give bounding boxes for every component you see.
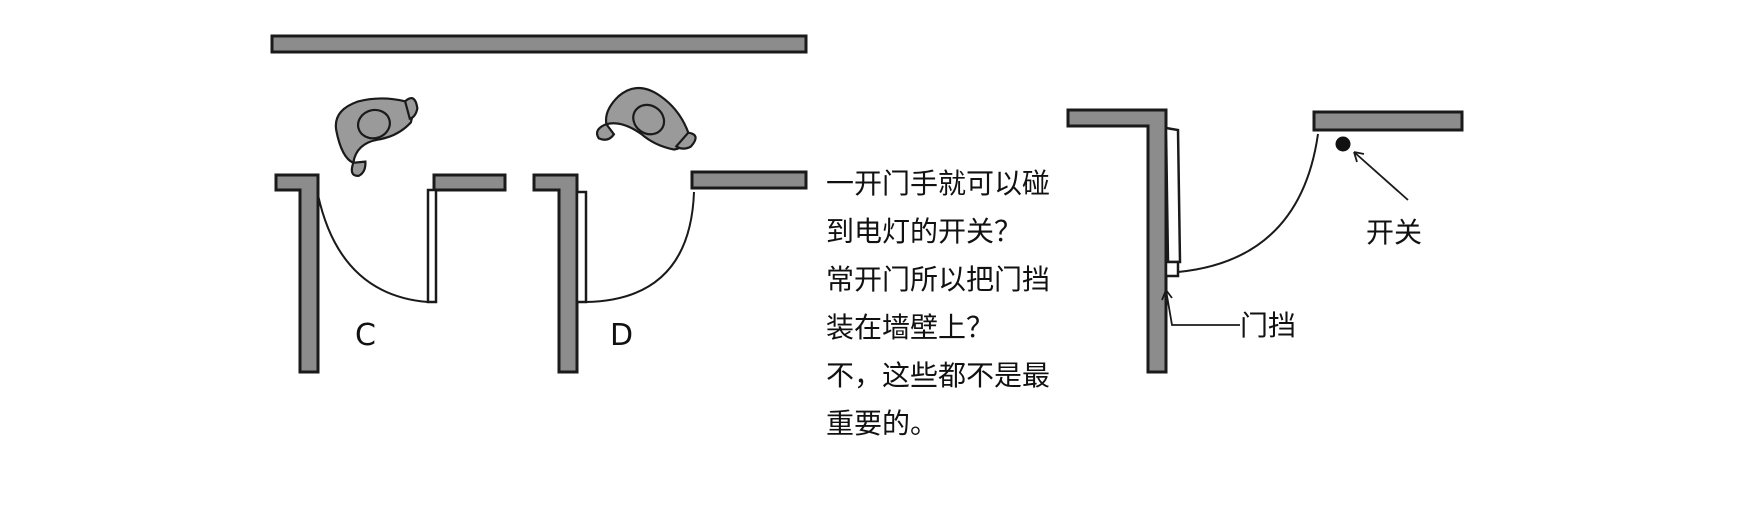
caption-line: 到电灯的开关？ bbox=[826, 215, 1023, 248]
caption-text-block: 一开门手就可以碰 到电灯的开关？ 常开门所以把门挡 装在墙壁上？ 不，这些都不是… bbox=[826, 160, 1126, 448]
door-d-leaf bbox=[575, 190, 588, 304]
door-d-right-wall bbox=[690, 170, 808, 190]
corridor-wall bbox=[270, 34, 808, 54]
right-plan-right-wall bbox=[1312, 110, 1464, 132]
person-top-view-icon bbox=[596, 86, 697, 151]
door-stop-leader-line bbox=[1165, 289, 1240, 326]
person-top-view-icon bbox=[334, 97, 419, 177]
door-stop-block bbox=[1164, 260, 1180, 278]
door-stop-label: 门挡 bbox=[1240, 309, 1296, 342]
door-d-label: D bbox=[610, 318, 633, 353]
door-c-label: C bbox=[355, 318, 376, 353]
caption-line: 一开门手就可以碰 bbox=[826, 167, 1051, 200]
door-d-left-wall bbox=[532, 173, 579, 374]
door-c-right-wall bbox=[432, 173, 507, 192]
light-switch-icon bbox=[1335, 136, 1351, 152]
switch-leader-line bbox=[1353, 151, 1409, 201]
caption-line: 装在墙壁上？ bbox=[826, 311, 995, 344]
caption-line: 重要的。 bbox=[826, 407, 939, 440]
door-c-plan: C bbox=[274, 173, 507, 374]
caption-line: 不，这些都不是最 bbox=[826, 359, 1051, 392]
door-stop-plan: 开关 门挡 bbox=[1066, 108, 1464, 374]
right-plan-door-leaf bbox=[1164, 126, 1182, 264]
switch-label: 开关 bbox=[1366, 216, 1422, 249]
right-plan-swing-arc bbox=[1177, 133, 1319, 273]
caption-line: 常开门所以把门挡 bbox=[826, 263, 1051, 296]
door-c-leaf bbox=[426, 188, 438, 304]
door-c-left-wall bbox=[274, 173, 320, 374]
door-d-swing-arc bbox=[585, 191, 695, 303]
door-d-plan: D bbox=[532, 170, 808, 374]
door-c-swing-arc bbox=[317, 194, 429, 303]
